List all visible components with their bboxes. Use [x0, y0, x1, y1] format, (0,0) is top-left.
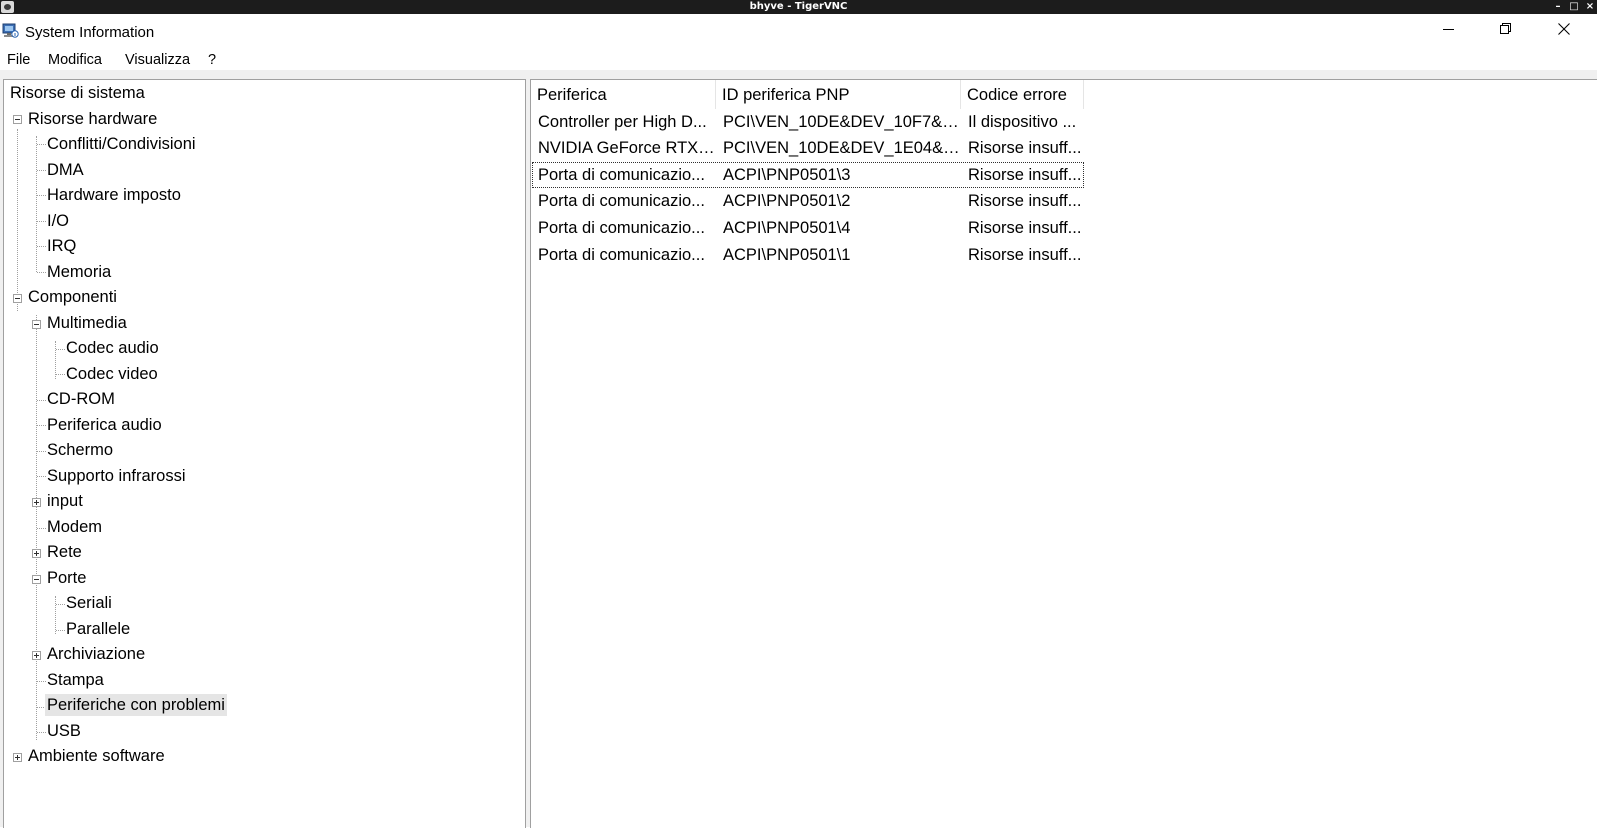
- window-title: System Information: [25, 24, 155, 41]
- window-title-bar: System Information: [0, 14, 1597, 48]
- tree-item-input[interactable]: input: [45, 490, 85, 512]
- tree-item-cd-rom[interactable]: CD-ROM: [45, 388, 117, 410]
- expand-icon[interactable]: [32, 651, 41, 660]
- column-header-periferica[interactable]: Periferica: [531, 80, 716, 109]
- menu-visualizza[interactable]: Visualizza: [125, 49, 190, 69]
- restore-button[interactable]: [1483, 14, 1529, 44]
- tree-item-periferiche-con-problemi[interactable]: Periferiche con problemi: [45, 694, 227, 716]
- table-row[interactable]: Porta di comunicazio... ACPI\PNP0501\3 R…: [532, 162, 1084, 188]
- tree-item-seriali[interactable]: Seriali: [64, 592, 114, 614]
- expand-icon[interactable]: [32, 549, 41, 558]
- column-header-id-periferica-pnp[interactable]: ID periferica PNP: [716, 80, 961, 109]
- tree-line: [17, 129, 18, 311]
- tree-item-risorse-hardware[interactable]: Risorse hardware: [26, 108, 159, 130]
- cell-error-code: Il dispositivo ...: [968, 113, 1077, 131]
- cell-error-code: Risorse insuff...: [968, 192, 1082, 210]
- tree-item-parallele[interactable]: Parallele: [64, 618, 132, 640]
- cell-error-code: Risorse insuff...: [968, 219, 1082, 237]
- cell-pnp-id: ACPI\PNP0501\3: [723, 166, 851, 184]
- menu-help[interactable]: ?: [208, 49, 216, 69]
- cell-error-code: Risorse insuff...: [968, 166, 1082, 184]
- menu-file[interactable]: File: [7, 49, 30, 69]
- cell-periferica: Porta di comunicazio...: [538, 192, 705, 210]
- collapse-icon[interactable]: [32, 575, 41, 584]
- cell-pnp-id: ACPI\PNP0501\1: [723, 246, 851, 264]
- tree-item-archiviazione[interactable]: Archiviazione: [45, 643, 147, 665]
- cell-pnp-id: ACPI\PNP0501\2: [723, 192, 851, 210]
- tree-item-componenti[interactable]: Componenti: [26, 286, 119, 308]
- collapse-icon[interactable]: [32, 320, 41, 329]
- expand-icon[interactable]: [13, 753, 22, 762]
- vnc-maximize-button[interactable]: □: [1569, 0, 1579, 14]
- tree-item-usb[interactable]: USB: [45, 720, 83, 742]
- client-area: Risorse di sistema Risorse hardware Conf…: [0, 70, 1597, 828]
- table-row[interactable]: Porta di comunicazio... ACPI\PNP0501\2 R…: [532, 188, 1084, 214]
- tree-item-multimedia[interactable]: Multimedia: [45, 312, 129, 334]
- table-row[interactable]: Porta di comunicazio... ACPI\PNP0501\4 R…: [532, 215, 1084, 241]
- restore-icon: [1500, 23, 1511, 34]
- cell-periferica: NVIDIA GeForce RTX ...: [538, 139, 716, 157]
- close-icon: [1558, 23, 1570, 35]
- tigervnc-icon: [1, 1, 14, 13]
- vnc-title: bhyve - TigerVNC: [749, 1, 848, 12]
- tree-item-hardware-imposto[interactable]: Hardware imposto: [45, 184, 183, 206]
- tree-item-codec-audio[interactable]: Codec audio: [64, 337, 161, 359]
- collapse-icon[interactable]: [13, 115, 22, 124]
- category-tree[interactable]: Risorse di sistema Risorse hardware Conf…: [3, 79, 526, 828]
- close-button[interactable]: [1541, 14, 1587, 44]
- tree-item-memoria[interactable]: Memoria: [45, 261, 113, 283]
- tree-item-ambiente-software[interactable]: Ambiente software: [26, 745, 167, 767]
- minimize-icon: [1443, 29, 1454, 30]
- tree-item-rete[interactable]: Rete: [45, 541, 84, 563]
- vnc-minimize-button[interactable]: –: [1553, 0, 1563, 14]
- tree-line: [55, 596, 56, 634]
- tree-item-periferica-audio[interactable]: Periferica audio: [45, 414, 164, 436]
- tree-item-io[interactable]: I/O: [45, 210, 71, 232]
- cell-error-code: Risorse insuff...: [968, 139, 1082, 157]
- cell-periferica: Porta di comunicazio...: [538, 246, 705, 264]
- collapse-icon[interactable]: [13, 294, 22, 303]
- table-row[interactable]: NVIDIA GeForce RTX ... PCI\VEN_10DE&DEV_…: [532, 135, 1084, 161]
- vnc-close-button[interactable]: ×: [1585, 0, 1595, 14]
- tree-item-conflitti-condivisioni[interactable]: Conflitti/Condivisioni: [45, 133, 198, 155]
- tree-item-schermo[interactable]: Schermo: [45, 439, 115, 461]
- tree-item-irq[interactable]: IRQ: [45, 235, 78, 257]
- cell-pnp-id: ACPI\PNP0501\4: [723, 219, 851, 237]
- table-row[interactable]: Porta di comunicazio... ACPI\PNP0501\1 R…: [532, 242, 1084, 268]
- expand-icon[interactable]: [32, 498, 41, 507]
- tree-item-supporto-infrarossi[interactable]: Supporto infrarossi: [45, 465, 188, 487]
- column-header-codice-errore[interactable]: Codice errore: [961, 80, 1084, 109]
- tree-item-porte[interactable]: Porte: [45, 567, 88, 589]
- tree-item-dma[interactable]: DMA: [45, 159, 86, 181]
- tree-line: [36, 136, 37, 272]
- vnc-title-bar: bhyve - TigerVNC – □ ×: [0, 0, 1597, 14]
- menu-bar: File Modifica Visualizza ?: [0, 48, 1597, 70]
- tree-item-modem[interactable]: Modem: [45, 516, 104, 538]
- tree-root-risorse-di-sistema[interactable]: Risorse di sistema: [8, 82, 147, 104]
- system-information-icon: [2, 23, 19, 38]
- cell-periferica: Porta di comunicazio...: [538, 166, 705, 184]
- tree-item-codec-video[interactable]: Codec video: [64, 363, 160, 385]
- minimize-button[interactable]: [1426, 14, 1472, 44]
- cell-pnp-id: PCI\VEN_10DE&DEV_1E04&S...: [723, 139, 961, 157]
- table-row[interactable]: Controller per High D... PCI\VEN_10DE&DE…: [532, 109, 1084, 135]
- menu-modifica[interactable]: Modifica: [48, 49, 102, 69]
- cell-error-code: Risorse insuff...: [968, 246, 1082, 264]
- details-list[interactable]: Periferica ID periferica PNP Codice erro…: [530, 79, 1597, 828]
- cell-periferica: Controller per High D...: [538, 113, 707, 131]
- cell-pnp-id: PCI\VEN_10DE&DEV_10F7&S...: [723, 113, 961, 131]
- tree-item-stampa[interactable]: Stampa: [45, 669, 106, 691]
- cell-periferica: Porta di comunicazio...: [538, 219, 705, 237]
